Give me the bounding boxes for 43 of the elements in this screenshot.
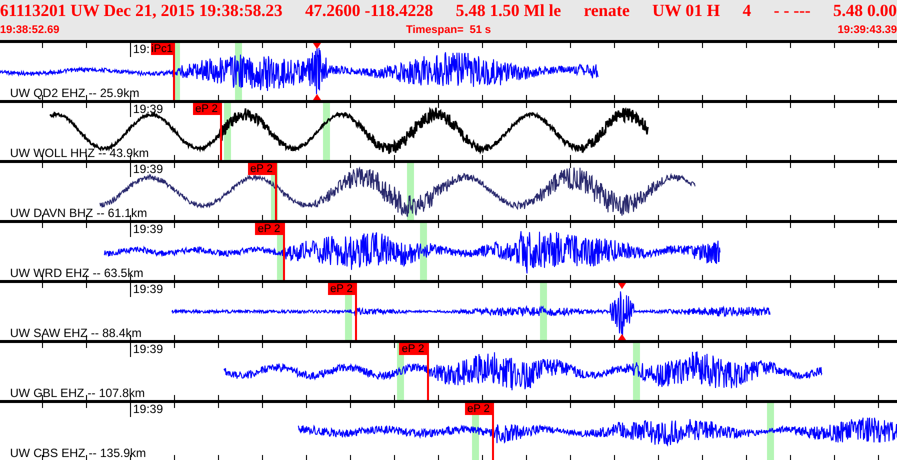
channel-label: UW SAW EHZ -- 88.4km — [10, 326, 142, 340]
pick-line — [427, 343, 429, 400]
time-label: 19:39 — [133, 283, 164, 296]
pick-line — [275, 163, 277, 220]
event-field: 5.48 1.50 Ml le — [456, 0, 562, 22]
pick-flag[interactable]: eP 2 — [193, 103, 220, 115]
time-label: 19:39 — [133, 343, 164, 356]
channel-label: UW WRD EHZ -- 63.5km — [10, 266, 144, 280]
time-label: 19:39 — [133, 403, 164, 416]
event-field: UW 01 H — [652, 0, 720, 22]
end-time: 19:39:43.39 — [838, 23, 897, 37]
pick-flag[interactable]: eP 2 — [248, 163, 275, 175]
event-field: 5.48 0.00 — [833, 0, 897, 22]
arrival-band — [323, 103, 330, 160]
start-time: 19:38:52.69 — [0, 23, 60, 37]
channel-label: UW QD2 EHZ -- 25.9km — [10, 86, 140, 100]
pick-flag[interactable]: iPc1 — [151, 43, 173, 55]
event-field: 4 — [742, 0, 752, 22]
channel-label: UW CBS EHZ -- 135.9km — [10, 446, 146, 460]
event-field: 61113201 UW Dec 21, 2015 19:38:58.23 — [0, 0, 283, 22]
pick-line — [283, 223, 285, 280]
pick-flag[interactable]: eP 2 — [399, 343, 427, 355]
pick-line — [220, 103, 222, 160]
time-label: 19:39 — [133, 163, 164, 176]
time-label: 19:39 — [133, 103, 164, 116]
channel-label: UW GBL EHZ -- 107.8km — [10, 386, 145, 400]
arrival-band — [540, 283, 547, 340]
arrival-band — [420, 223, 427, 280]
time-label: 19:39 — [133, 223, 164, 236]
pick-line — [173, 43, 175, 100]
pick-flag[interactable]: eP 2 — [328, 283, 355, 295]
pick-line — [492, 403, 494, 460]
pick-flag[interactable]: eP 2 — [465, 403, 492, 415]
timespan-label: Timespan= 51 s — [406, 23, 492, 37]
event-field: - - --- — [774, 0, 811, 22]
arrival-band — [767, 403, 774, 460]
time-label: 19: — [133, 43, 150, 56]
event-field: renate — [584, 0, 630, 22]
pick-flag[interactable]: eP 2 — [255, 223, 283, 235]
event-field: 47.2600 -118.4228 — [305, 0, 434, 22]
channel-label: UW DAVN BHZ -- 61.1km — [10, 206, 148, 220]
pick-line — [355, 283, 357, 340]
channel-label: UW WOLL HHZ -- 43.9km — [10, 146, 149, 160]
